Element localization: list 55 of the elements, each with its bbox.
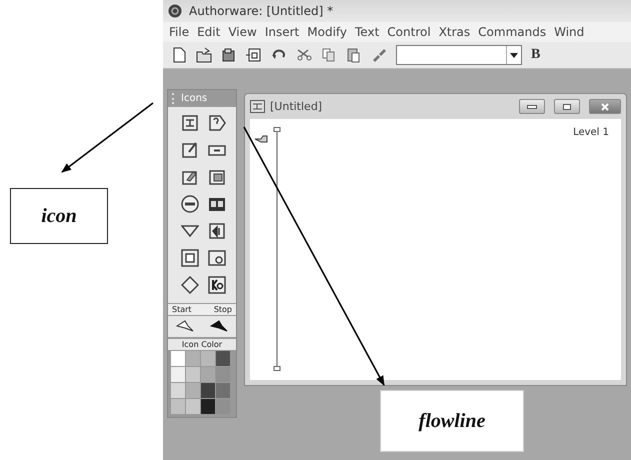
new-file-icon[interactable] bbox=[171, 47, 187, 63]
menu-item[interactable]: Text bbox=[351, 25, 384, 39]
start-flag-icon[interactable] bbox=[176, 320, 194, 332]
color-swatch[interactable] bbox=[186, 399, 200, 414]
color-swatch[interactable] bbox=[201, 367, 215, 382]
app-logo-icon bbox=[168, 4, 182, 18]
color-swatch[interactable] bbox=[171, 351, 185, 366]
palette-header: Icons bbox=[168, 90, 236, 107]
color-swatch[interactable] bbox=[186, 351, 200, 366]
menu-item[interactable]: File bbox=[165, 25, 194, 39]
color-swatch[interactable] bbox=[186, 383, 200, 398]
close-icon bbox=[601, 102, 609, 110]
color-swatch[interactable] bbox=[201, 399, 215, 414]
window-title: Authorware: [Untitled] * bbox=[189, 4, 334, 18]
bold-button[interactable]: B bbox=[531, 47, 540, 63]
open-folder-icon[interactable] bbox=[196, 47, 212, 63]
color-swatch[interactable] bbox=[216, 367, 230, 382]
callout-label: flowline bbox=[380, 390, 524, 452]
minimize-icon bbox=[527, 104, 537, 108]
menu-item[interactable]: View bbox=[224, 25, 261, 39]
sound-icon[interactable] bbox=[208, 222, 226, 240]
maximize-icon bbox=[563, 104, 571, 110]
menu-item[interactable]: Commands bbox=[474, 25, 550, 39]
color-swatch[interactable] bbox=[171, 399, 185, 414]
decision-icon[interactable] bbox=[208, 114, 226, 132]
color-swatch[interactable] bbox=[171, 383, 185, 398]
menu-item[interactable]: Wind bbox=[550, 25, 588, 39]
color-swatch[interactable] bbox=[216, 351, 230, 366]
color-swatch[interactable] bbox=[201, 351, 215, 366]
hand-pointer-icon bbox=[254, 134, 268, 144]
color-swatch[interactable] bbox=[216, 383, 230, 398]
menu-item[interactable]: Insert bbox=[260, 25, 304, 39]
level-label: Level 1 bbox=[573, 127, 609, 138]
copy-icon[interactable] bbox=[321, 47, 337, 63]
color-swatch[interactable] bbox=[201, 383, 215, 398]
font-dropdown[interactable] bbox=[396, 45, 522, 65]
dropdown-arrow-icon bbox=[510, 52, 518, 58]
menu-item[interactable]: Xtras bbox=[434, 25, 474, 39]
callout-label: icon bbox=[10, 188, 108, 244]
stop-label: Stop bbox=[214, 305, 232, 314]
diamond-icon[interactable] bbox=[180, 276, 198, 294]
document-title: [Untitled] bbox=[270, 100, 322, 113]
menu-item[interactable]: Control bbox=[383, 25, 435, 39]
menu-item[interactable]: Edit bbox=[193, 25, 224, 39]
color-swatch[interactable] bbox=[216, 399, 230, 414]
stop-flag-icon[interactable] bbox=[210, 320, 228, 332]
start-label: Start bbox=[172, 305, 192, 314]
menu-item[interactable]: Modify bbox=[303, 25, 352, 39]
cut-icon[interactable] bbox=[296, 47, 312, 63]
color-swatch[interactable] bbox=[186, 367, 200, 382]
paste-icon[interactable] bbox=[346, 47, 362, 63]
close-button[interactable] bbox=[589, 99, 621, 114]
color-swatch[interactable] bbox=[171, 367, 185, 382]
minimize-button[interactable] bbox=[519, 99, 545, 114]
maximize-button[interactable] bbox=[554, 99, 580, 114]
